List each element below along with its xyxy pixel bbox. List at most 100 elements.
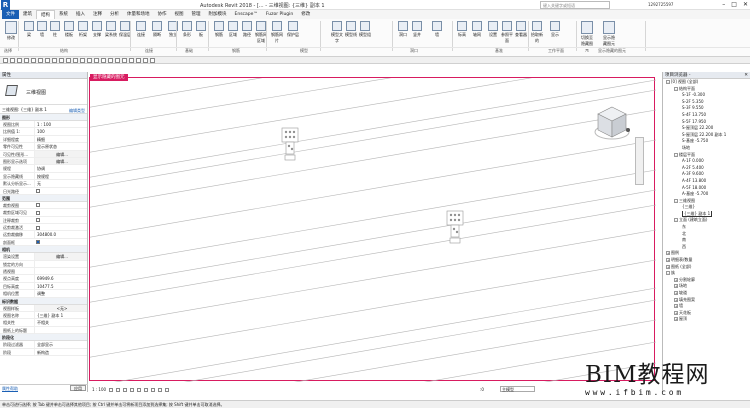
tab-6[interactable]: 分析	[106, 10, 123, 19]
ribbon-button[interactable]: 钢筋	[212, 21, 226, 38]
browser-node[interactable]: {三维} 副本 1	[663, 210, 750, 218]
options-icon[interactable]	[17, 58, 22, 63]
browser-node[interactable]: 西	[663, 244, 750, 251]
reveal-hidden-icon[interactable]	[165, 387, 170, 392]
browser-node[interactable]: - 结构平面	[663, 86, 750, 93]
tab-10[interactable]: 管理	[188, 10, 205, 19]
ribbon-button[interactable]: 墙	[430, 21, 444, 38]
options-icon[interactable]	[122, 58, 127, 63]
close-icon[interactable]: ✕	[743, 1, 748, 8]
tab-1[interactable]: 建筑	[19, 10, 36, 19]
tab-7[interactable]: 体量和场地	[123, 10, 154, 19]
ribbon-button[interactable]: 设置	[486, 21, 500, 38]
options-icon[interactable]	[38, 58, 43, 63]
property-value[interactable]: 协调	[34, 165, 87, 172]
property-value[interactable]: 编辑...	[34, 253, 87, 260]
ribbon-button[interactable]: 独立	[166, 21, 180, 38]
view-instance-selector[interactable]: 三维视图: {三维} 副本 1 编辑类型	[0, 105, 87, 114]
type-selector[interactable]: 三维视图	[0, 79, 87, 105]
browser-node[interactable]: A-2F 5.400	[663, 165, 750, 172]
apply-button[interactable]: 应用	[70, 385, 86, 391]
user-name[interactable]: 1292725597	[648, 2, 673, 7]
search-input[interactable]: 键入关键字或短语	[540, 1, 610, 9]
visual-style-icon[interactable]	[116, 387, 121, 392]
browser-node[interactable]: 场地	[663, 145, 750, 152]
browser-node[interactable]: +屋顶	[663, 316, 750, 323]
browser-node[interactable]: - 楼层平面	[663, 152, 750, 159]
browser-node[interactable]: S-基座 -5.750	[663, 138, 750, 145]
maximize-icon[interactable]: □	[731, 1, 737, 8]
property-value[interactable]: 精细	[34, 135, 87, 143]
tab-2[interactable]: 结构	[36, 10, 55, 19]
ribbon-button[interactable]: 桁架	[76, 21, 90, 38]
ribbon-button[interactable]: 标高	[455, 21, 469, 38]
options-icon[interactable]	[101, 58, 106, 63]
view-scale[interactable]: 1 : 100	[92, 386, 106, 393]
browser-node[interactable]: 北	[663, 231, 750, 238]
options-icon[interactable]	[143, 58, 148, 63]
model-canvas[interactable]	[90, 78, 656, 382]
browser-node[interactable]: 东	[663, 224, 750, 231]
ribbon-button[interactable]: 拾取新的	[530, 21, 544, 44]
browser-node[interactable]: +坡道	[663, 290, 750, 297]
browser-node[interactable]: +墙	[663, 303, 750, 310]
browser-node[interactable]: S-4F 13.750	[663, 112, 750, 119]
property-value[interactable]: 100	[34, 128, 87, 135]
tab-9[interactable]: 视图	[171, 10, 188, 19]
tab-5[interactable]: 注释	[89, 10, 106, 19]
browser-node[interactable]: -族	[663, 270, 750, 277]
ribbon-button[interactable]: 区域	[226, 21, 240, 38]
property-checkbox[interactable]	[36, 210, 40, 215]
options-icon[interactable]	[52, 58, 57, 63]
property-value[interactable]: 69949.6	[34, 275, 87, 282]
ribbon-button[interactable]: 保护层	[286, 21, 300, 38]
property-value[interactable]: 调整	[34, 290, 87, 297]
browser-node[interactable]: 南	[663, 237, 750, 244]
properties-help-link[interactable]: 属性帮助	[2, 386, 18, 391]
view-cube[interactable]	[594, 104, 630, 144]
revit-logo[interactable]: R	[1, 0, 10, 10]
property-value[interactable]: 全部显示	[34, 341, 87, 348]
options-icon[interactable]	[115, 58, 120, 63]
ribbon-button[interactable]: 条形	[180, 21, 194, 38]
property-value[interactable]: 无	[34, 180, 87, 187]
options-icon[interactable]	[24, 58, 29, 63]
expand-toggle-icon[interactable]: +	[674, 304, 678, 309]
property-value[interactable]: 显示原状态	[34, 143, 87, 150]
browser-node[interactable]: +填充图案	[663, 297, 750, 304]
browser-node[interactable]: +场地	[663, 283, 750, 290]
tab-4[interactable]: 插入	[72, 10, 89, 19]
options-icon[interactable]	[108, 58, 113, 63]
browser-node[interactable]: S-1F -0.300	[663, 92, 750, 99]
expand-toggle-icon[interactable]: +	[666, 251, 670, 256]
options-icon[interactable]	[87, 58, 92, 63]
ribbon-button[interactable]: 梁	[22, 21, 36, 38]
options-icon[interactable]	[150, 58, 155, 63]
ribbon-button[interactable]: 修改	[4, 21, 18, 41]
ribbon-button[interactable]: 竖井	[410, 21, 424, 38]
ribbon-button[interactable]: 路径	[240, 21, 254, 38]
tab-13[interactable]: Fuzor Plugin	[262, 10, 297, 19]
ribbon-button[interactable]: 连接	[134, 21, 148, 38]
property-value[interactable]: 1 : 100	[34, 121, 87, 128]
expand-toggle-icon[interactable]: -	[666, 271, 670, 276]
crop-view-icon[interactable]	[151, 387, 156, 392]
ribbon-button[interactable]: 板	[194, 21, 208, 38]
expand-toggle-icon[interactable]: +	[674, 277, 678, 282]
expand-toggle-icon[interactable]: +	[674, 291, 678, 295]
ribbon-button[interactable]: 查看器	[514, 21, 528, 38]
browser-node[interactable]: S-屋顶层 22.200 副本 1	[663, 132, 750, 139]
property-value[interactable]	[34, 268, 87, 275]
ribbon-button[interactable]: 显示隐藏图元	[602, 21, 616, 47]
property-checkbox[interactable]	[36, 225, 40, 230]
browser-node[interactable]: S-屋顶层 22.200	[663, 125, 750, 132]
property-value[interactable]	[34, 326, 87, 334]
property-checkbox[interactable]	[36, 218, 40, 223]
3d-viewport[interactable]: 显示隐藏的图元	[89, 72, 657, 385]
property-value[interactable]: 按规程	[34, 172, 87, 180]
expand-toggle-icon[interactable]: +	[666, 258, 670, 263]
browser-node[interactable]: +图例	[663, 250, 750, 257]
property-value[interactable]: <无>	[34, 304, 87, 311]
temp-hide-icon[interactable]	[158, 387, 163, 392]
browser-node[interactable]: A-基座 -5.700	[663, 191, 750, 198]
